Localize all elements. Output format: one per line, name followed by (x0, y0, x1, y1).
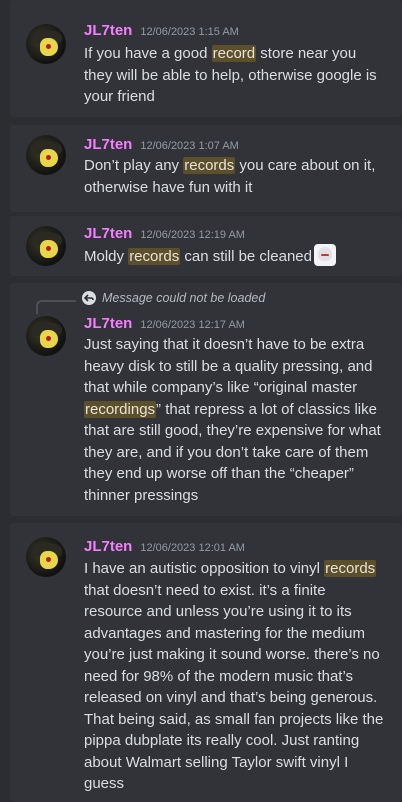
avatar[interactable] (26, 226, 66, 266)
search-highlight: records (128, 248, 181, 265)
message-card[interactable]: JL7ten 12/06/2023 12:17 AM Just saying t… (10, 283, 402, 516)
anime-girl-emoji-icon (313, 244, 336, 266)
reply-connector (36, 300, 76, 314)
message-card[interactable]: JL7ten 12/06/2023 12:01 AM I have an aut… (10, 523, 402, 802)
timestamp: 12/06/2023 12:17 AM (140, 319, 245, 331)
timestamp: 12/06/2023 12:01 AM (140, 542, 245, 554)
avatar[interactable] (26, 24, 66, 64)
author-name[interactable]: JL7ten (84, 22, 132, 39)
message-card[interactable]: JL7ten 12/06/2023 1:15 AM If you have a … (10, 0, 402, 117)
author-name[interactable]: JL7ten (84, 225, 132, 242)
search-highlight: records (183, 157, 236, 174)
message-card[interactable]: JL7ten 12/06/2023 12:19 AM Moldy records… (10, 216, 402, 276)
author-name[interactable]: JL7ten (84, 136, 132, 153)
message-text: Moldy records can still be cleaned (84, 244, 384, 268)
reply-reference[interactable]: Message could not be loaded (82, 291, 265, 305)
timestamp: 12/06/2023 12:19 AM (140, 229, 245, 241)
search-highlight: record (211, 45, 257, 62)
search-highlight: records (324, 560, 377, 577)
author-name[interactable]: JL7ten (84, 538, 132, 555)
message-text: Don’t play any records you care about on… (84, 157, 376, 196)
message-card[interactable]: JL7ten 12/06/2023 1:07 AM Don’t play any… (10, 125, 402, 212)
reply-arrow-icon (82, 291, 96, 305)
search-results-feed: JL7ten 12/06/2023 1:15 AM If you have a … (0, 0, 402, 802)
avatar[interactable] (26, 537, 66, 577)
author-name[interactable]: JL7ten (84, 315, 132, 332)
message-text: I have an autistic opposition to vinyl r… (84, 560, 384, 792)
message-text: If you have a good record store near you… (84, 45, 377, 105)
search-highlight: recordings (84, 400, 157, 418)
avatar[interactable] (26, 316, 66, 356)
avatar[interactable] (26, 135, 66, 175)
timestamp: 12/06/2023 1:07 AM (140, 140, 239, 152)
reply-text: Message could not be loaded (102, 291, 266, 305)
message-text: Just saying that it doesn’t have to be e… (84, 336, 381, 504)
timestamp: 12/06/2023 1:15 AM (140, 26, 239, 38)
